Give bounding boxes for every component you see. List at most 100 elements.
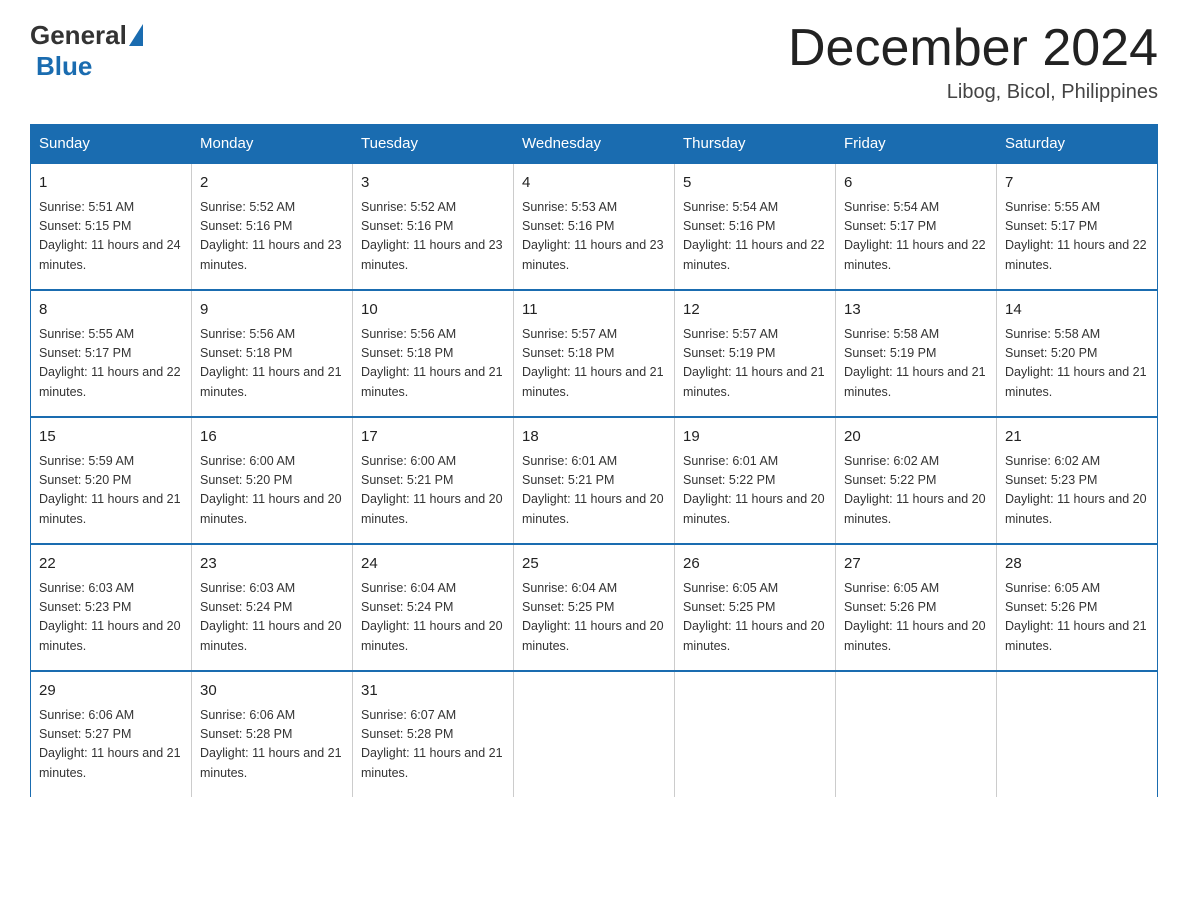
day-info: Sunrise: 6:07 AMSunset: 5:28 PMDaylight:… [361, 706, 505, 784]
week-row-3: 15 Sunrise: 5:59 AMSunset: 5:20 PMDayligh… [31, 417, 1158, 544]
day-info: Sunrise: 5:58 AMSunset: 5:20 PMDaylight:… [1005, 325, 1149, 403]
calendar-cell [514, 671, 675, 797]
day-number: 7 [1005, 172, 1149, 195]
calendar-cell: 13 Sunrise: 5:58 AMSunset: 5:19 PMDayligh… [836, 290, 997, 417]
title-block: December 2024 Libog, Bicol, Philippines [788, 20, 1158, 104]
day-number: 6 [844, 172, 988, 195]
day-info: Sunrise: 6:01 AMSunset: 5:22 PMDaylight:… [683, 452, 827, 530]
day-info: Sunrise: 6:00 AMSunset: 5:20 PMDaylight:… [200, 452, 344, 530]
day-number: 19 [683, 426, 827, 449]
calendar-cell [675, 671, 836, 797]
day-number: 2 [200, 172, 344, 195]
calendar-cell [997, 671, 1158, 797]
day-number: 14 [1005, 299, 1149, 322]
calendar-cell: 12Sunrise: 5:57 AMSunset: 5:19 PMDayligh… [675, 290, 836, 417]
day-number: 18 [522, 426, 666, 449]
day-header-friday: Friday [836, 125, 997, 164]
day-info: Sunrise: 5:53 AMSunset: 5:16 PMDaylight:… [522, 198, 666, 276]
day-number: 11 [522, 299, 666, 322]
calendar-title: December 2024 [788, 20, 1158, 77]
day-number: 17 [361, 426, 505, 449]
calendar-cell: 8Sunrise: 5:55 AMSunset: 5:17 PMDaylight… [31, 290, 192, 417]
week-row-4: 22 Sunrise: 6:03 AMSunset: 5:23 PMDayligh… [31, 544, 1158, 671]
calendar-cell [836, 671, 997, 797]
calendar-cell: 15 Sunrise: 5:59 AMSunset: 5:20 PMDayligh… [31, 417, 192, 544]
logo: General Blue [30, 20, 143, 82]
day-info: Sunrise: 5:59 AMSunset: 5:20 PMDaylight:… [39, 452, 183, 530]
day-number: 10 [361, 299, 505, 322]
week-row-5: 29Sunrise: 6:06 AMSunset: 5:27 PMDayligh… [31, 671, 1158, 797]
calendar-cell: 28 Sunrise: 6:05 AMSunset: 5:26 PMDayligh… [997, 544, 1158, 671]
day-number: 1 [39, 172, 183, 195]
day-info: Sunrise: 5:51 AMSunset: 5:15 PMDaylight:… [39, 198, 183, 276]
calendar-cell: 18Sunrise: 6:01 AMSunset: 5:21 PMDayligh… [514, 417, 675, 544]
day-number: 27 [844, 553, 988, 576]
calendar-cell: 26 Sunrise: 6:05 AMSunset: 5:25 PMDayligh… [675, 544, 836, 671]
day-info: Sunrise: 5:52 AMSunset: 5:16 PMDaylight:… [361, 198, 505, 276]
calendar-cell: 11 Sunrise: 5:57 AMSunset: 5:18 PMDayligh… [514, 290, 675, 417]
day-number: 26 [683, 553, 827, 576]
day-info: Sunrise: 6:02 AMSunset: 5:23 PMDaylight:… [1005, 452, 1149, 530]
calendar-body: 1 Sunrise: 5:51 AMSunset: 5:15 PMDaylight… [31, 163, 1158, 797]
day-number: 3 [361, 172, 505, 195]
calendar-cell: 6 Sunrise: 5:54 AMSunset: 5:17 PMDaylight… [836, 163, 997, 290]
calendar-cell: 1 Sunrise: 5:51 AMSunset: 5:15 PMDaylight… [31, 163, 192, 290]
calendar-cell: 20Sunrise: 6:02 AMSunset: 5:22 PMDayligh… [836, 417, 997, 544]
day-number: 13 [844, 299, 988, 322]
day-number: 28 [1005, 553, 1149, 576]
day-info: Sunrise: 6:05 AMSunset: 5:25 PMDaylight:… [683, 579, 827, 657]
calendar-cell: 5 Sunrise: 5:54 AMSunset: 5:16 PMDaylight… [675, 163, 836, 290]
day-header-row: SundayMondayTuesdayWednesdayThursdayFrid… [31, 125, 1158, 164]
day-info: Sunrise: 5:54 AMSunset: 5:16 PMDaylight:… [683, 198, 827, 276]
calendar-cell: 30 Sunrise: 6:06 AMSunset: 5:28 PMDayligh… [192, 671, 353, 797]
calendar-cell: 24Sunrise: 6:04 AMSunset: 5:24 PMDayligh… [353, 544, 514, 671]
day-number: 31 [361, 680, 505, 703]
day-number: 20 [844, 426, 988, 449]
day-info: Sunrise: 5:57 AMSunset: 5:18 PMDaylight:… [522, 325, 666, 403]
day-info: Sunrise: 6:03 AMSunset: 5:23 PMDaylight:… [39, 579, 183, 657]
day-info: Sunrise: 5:52 AMSunset: 5:16 PMDaylight:… [200, 198, 344, 276]
calendar-subtitle: Libog, Bicol, Philippines [788, 81, 1158, 104]
calendar-cell: 27Sunrise: 6:05 AMSunset: 5:26 PMDayligh… [836, 544, 997, 671]
calendar-cell: 29Sunrise: 6:06 AMSunset: 5:27 PMDayligh… [31, 671, 192, 797]
day-header-saturday: Saturday [997, 125, 1158, 164]
calendar-cell: 17Sunrise: 6:00 AMSunset: 5:21 PMDayligh… [353, 417, 514, 544]
day-info: Sunrise: 5:56 AMSunset: 5:18 PMDaylight:… [200, 325, 344, 403]
logo-triangle-icon [129, 24, 143, 46]
day-info: Sunrise: 6:06 AMSunset: 5:28 PMDaylight:… [200, 706, 344, 784]
calendar-cell: 31 Sunrise: 6:07 AMSunset: 5:28 PMDayligh… [353, 671, 514, 797]
day-number: 9 [200, 299, 344, 322]
day-info: Sunrise: 5:54 AMSunset: 5:17 PMDaylight:… [844, 198, 988, 276]
day-number: 29 [39, 680, 183, 703]
day-header-tuesday: Tuesday [353, 125, 514, 164]
day-number: 30 [200, 680, 344, 703]
day-number: 15 [39, 426, 183, 449]
day-number: 25 [522, 553, 666, 576]
week-row-1: 1 Sunrise: 5:51 AMSunset: 5:15 PMDaylight… [31, 163, 1158, 290]
day-header-thursday: Thursday [675, 125, 836, 164]
calendar-cell: 7 Sunrise: 5:55 AMSunset: 5:17 PMDaylight… [997, 163, 1158, 290]
day-number: 16 [200, 426, 344, 449]
day-header-monday: Monday [192, 125, 353, 164]
day-number: 5 [683, 172, 827, 195]
day-header-sunday: Sunday [31, 125, 192, 164]
day-info: Sunrise: 5:56 AMSunset: 5:18 PMDaylight:… [361, 325, 505, 403]
calendar-cell: 10 Sunrise: 5:56 AMSunset: 5:18 PMDayligh… [353, 290, 514, 417]
calendar-cell: 16 Sunrise: 6:00 AMSunset: 5:20 PMDayligh… [192, 417, 353, 544]
calendar-cell: 9 Sunrise: 5:56 AMSunset: 5:18 PMDaylight… [192, 290, 353, 417]
day-info: Sunrise: 5:57 AMSunset: 5:19 PMDaylight:… [683, 325, 827, 403]
calendar-cell: 23Sunrise: 6:03 AMSunset: 5:24 PMDayligh… [192, 544, 353, 671]
calendar-cell: 21Sunrise: 6:02 AMSunset: 5:23 PMDayligh… [997, 417, 1158, 544]
day-number: 22 [39, 553, 183, 576]
day-info: Sunrise: 5:58 AMSunset: 5:19 PMDaylight:… [844, 325, 988, 403]
day-info: Sunrise: 6:05 AMSunset: 5:26 PMDaylight:… [1005, 579, 1149, 657]
logo-general-text: General [30, 20, 127, 51]
calendar-cell: 14 Sunrise: 5:58 AMSunset: 5:20 PMDayligh… [997, 290, 1158, 417]
day-header-wednesday: Wednesday [514, 125, 675, 164]
calendar-header: SundayMondayTuesdayWednesdayThursdayFrid… [31, 125, 1158, 164]
calendar-cell: 19 Sunrise: 6:01 AMSunset: 5:22 PMDayligh… [675, 417, 836, 544]
day-info: Sunrise: 5:55 AMSunset: 5:17 PMDaylight:… [1005, 198, 1149, 276]
day-number: 4 [522, 172, 666, 195]
day-info: Sunrise: 6:03 AMSunset: 5:24 PMDaylight:… [200, 579, 344, 657]
week-row-2: 8Sunrise: 5:55 AMSunset: 5:17 PMDaylight… [31, 290, 1158, 417]
